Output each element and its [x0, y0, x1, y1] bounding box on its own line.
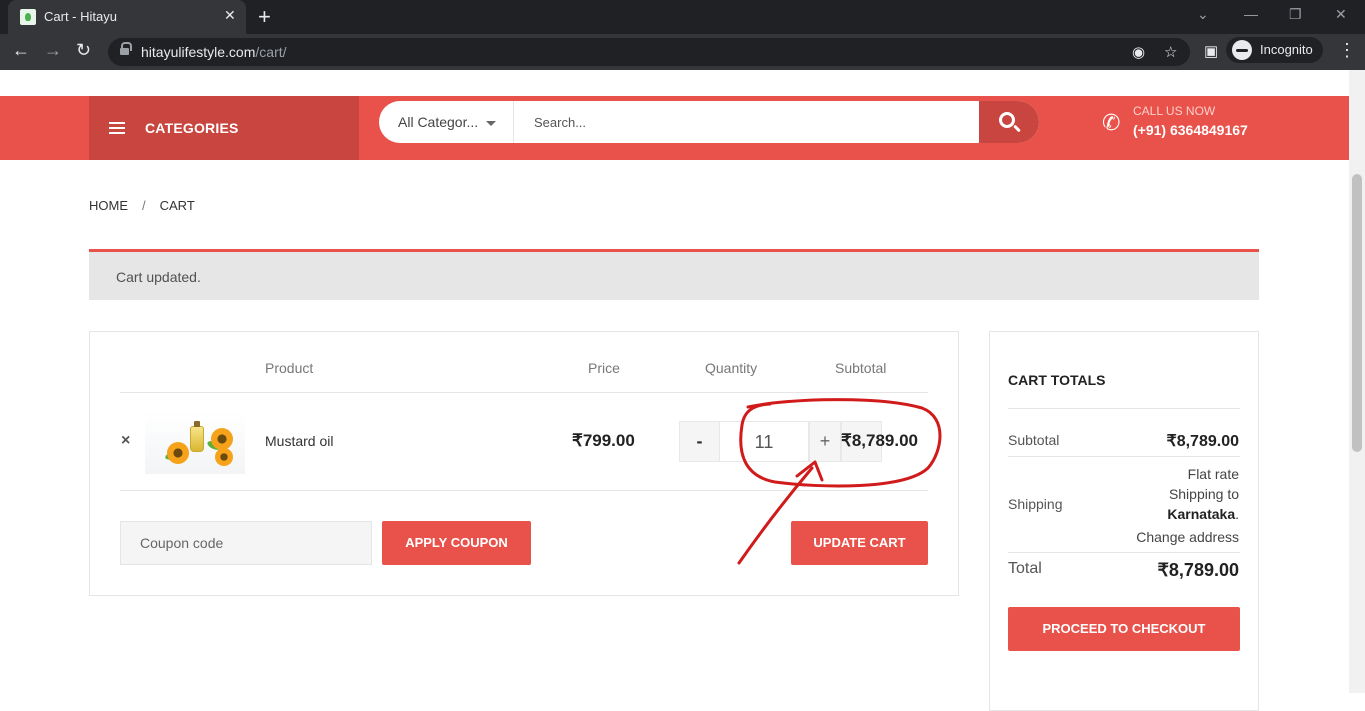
- breadcrumb: HOME / CART: [89, 198, 195, 213]
- totals-divider: [1008, 408, 1240, 409]
- cart-totals-panel: CART TOTALS Subtotal ₹8,789.00 Shipping …: [989, 331, 1259, 711]
- quantity-plus-button[interactable]: +: [809, 421, 841, 462]
- side-panel-icon[interactable]: ▣: [1204, 42, 1218, 60]
- totals-divider: [1008, 456, 1240, 457]
- totals-divider: [1008, 552, 1240, 553]
- close-window-icon[interactable]: ✕: [1335, 6, 1347, 23]
- shipping-details: Flat rate Shipping to Karnataka.: [1119, 464, 1239, 524]
- total-label: Total: [1008, 560, 1042, 577]
- breadcrumb-current: CART: [159, 198, 195, 213]
- call-us-number[interactable]: (+91) 6364849167: [1133, 122, 1248, 138]
- search-button[interactable]: [979, 101, 1039, 143]
- quantity-input[interactable]: 11: [720, 421, 809, 462]
- site-favicon-icon: [20, 9, 36, 25]
- shipping-to-label: Shipping to: [1168, 486, 1239, 502]
- category-select[interactable]: All Categor...: [379, 101, 514, 143]
- proceed-to-checkout-button[interactable]: PROCEED TO CHECKOUT: [1008, 607, 1240, 651]
- subtotal-label: Subtotal: [1008, 432, 1060, 448]
- address-bar[interactable]: hitayulifestyle.com/cart/ ◉ ☆: [108, 38, 1190, 66]
- hamburger-icon: [109, 122, 125, 134]
- breadcrumb-separator: /: [142, 198, 146, 213]
- total-value: ₹8,789.00: [1157, 560, 1239, 580]
- shipping-label: Shipping: [1008, 496, 1063, 512]
- item-subtotal: ₹8,789.00: [841, 431, 918, 450]
- tab-title: Cart - Hitayu: [44, 9, 117, 24]
- update-cart-button[interactable]: UPDATE CART: [791, 521, 928, 565]
- shipping-region: Karnataka: [1167, 506, 1236, 522]
- notice-text: Cart updated.: [116, 269, 201, 285]
- new-tab-icon[interactable]: +: [258, 4, 271, 30]
- remove-item-icon[interactable]: ×: [121, 432, 130, 450]
- search-input[interactable]: [515, 101, 979, 143]
- search-bar: All Categor...: [379, 101, 1039, 143]
- apply-coupon-button[interactable]: APPLY COUPON: [382, 521, 531, 565]
- categories-menu-button[interactable]: CATEGORIES: [89, 96, 359, 160]
- shipping-method: Flat rate: [1187, 466, 1239, 482]
- page: CATEGORIES All Categor... ✆ CALL US NOW …: [0, 70, 1349, 711]
- search-icon: [999, 112, 1015, 128]
- back-icon[interactable]: ←: [12, 40, 30, 61]
- bookmark-star-icon[interactable]: ☆: [1164, 43, 1177, 61]
- url-text[interactable]: hitayulifestyle.com/cart/: [141, 44, 287, 60]
- lock-icon[interactable]: [120, 42, 132, 57]
- phone-icon: ✆: [1102, 110, 1121, 135]
- breadcrumb-home[interactable]: HOME: [89, 198, 128, 213]
- change-address-link[interactable]: Change address: [1136, 529, 1239, 545]
- close-tab-icon[interactable]: ✕: [224, 7, 236, 24]
- page-scrollbar[interactable]: [1349, 70, 1365, 693]
- product-price: ₹799.00: [572, 431, 635, 450]
- tracking-off-eye-icon[interactable]: ◉: [1132, 43, 1145, 61]
- browser-tab[interactable]: Cart - Hitayu ✕: [8, 0, 246, 34]
- table-divider: [120, 392, 928, 393]
- tab-search-icon[interactable]: ⌄: [1197, 6, 1209, 23]
- incognito-icon: [1232, 40, 1252, 60]
- header-price: Price: [588, 360, 620, 376]
- cart-updated-notice: Cart updated.: [89, 249, 1259, 300]
- browser-toolbar: ← → ↻ hitayulifestyle.com/cart/ ◉ ☆ ▣ In…: [0, 34, 1365, 70]
- incognito-badge[interactable]: Incognito: [1226, 37, 1323, 63]
- categories-label: CATEGORIES: [145, 120, 239, 136]
- minimize-icon[interactable]: —: [1244, 6, 1258, 22]
- product-thumbnail[interactable]: [145, 412, 245, 474]
- reload-icon[interactable]: ↻: [76, 40, 91, 61]
- quantity-minus-button[interactable]: -: [679, 421, 720, 462]
- forward-icon[interactable]: →: [44, 40, 62, 61]
- caret-down-icon: [486, 121, 496, 126]
- subtotal-value: ₹8,789.00: [1166, 433, 1239, 450]
- restore-icon[interactable]: ❐: [1289, 6, 1302, 23]
- call-us-label: CALL US NOW: [1133, 104, 1216, 118]
- site-header-bar: CATEGORIES All Categor... ✆ CALL US NOW …: [0, 96, 1349, 160]
- cart-table: Product Price Quantity Subtotal × Mustar…: [89, 331, 959, 596]
- category-select-value: All Categor...: [398, 114, 479, 130]
- browser-tab-bar: Cart - Hitayu ✕ + ⌄ — ❐ ✕: [0, 0, 1365, 34]
- table-divider: [120, 490, 928, 491]
- menu-kebab-icon[interactable]: ⋮: [1338, 40, 1356, 61]
- header-quantity: Quantity: [705, 360, 758, 376]
- scrollbar-thumb[interactable]: [1352, 174, 1362, 452]
- cart-totals-title: CART TOTALS: [1008, 372, 1106, 388]
- header-product: Product: [265, 360, 314, 376]
- coupon-code-input[interactable]: [120, 521, 372, 565]
- header-subtotal: Subtotal: [835, 360, 887, 376]
- product-name-link[interactable]: Mustard oil: [265, 433, 333, 449]
